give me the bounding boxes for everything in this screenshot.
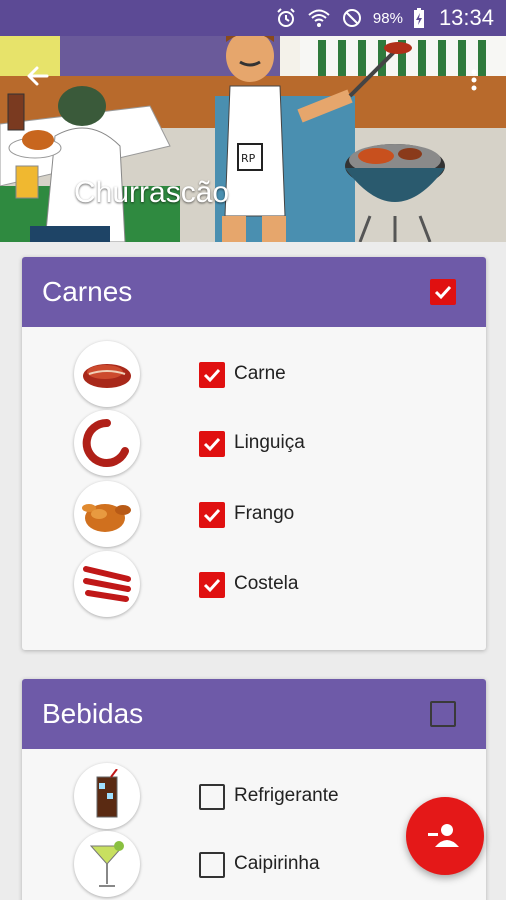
item-label: Caipirinha <box>234 853 320 874</box>
status-bar: 98% 13:34 <box>0 0 506 36</box>
card-header: Bebidas <box>22 679 486 749</box>
ribs-icon <box>74 551 140 617</box>
card-title: Bebidas <box>42 698 144 729</box>
cocktail-glass-icon <box>74 831 140 897</box>
chicken-icon <box>74 481 140 547</box>
item-label: Costela <box>234 573 299 594</box>
check-icon <box>203 437 221 452</box>
card-header: Carnes <box>22 257 486 327</box>
page-title: Churrascão <box>74 176 230 209</box>
soda-glass-icon <box>74 763 140 829</box>
list-item: Frango <box>22 481 486 549</box>
list-item: Linguiça <box>22 410 486 478</box>
category-card-bebidas: Bebidas Refrigerante Caipirinha <box>22 679 486 900</box>
list-item: Carne <box>22 341 486 409</box>
alarm-icon <box>277 8 295 27</box>
item-checkbox[interactable] <box>199 784 225 810</box>
steak-icon <box>74 341 140 407</box>
check-icon <box>203 508 221 523</box>
select-all-checkbox[interactable] <box>430 701 456 727</box>
overflow-menu-button[interactable] <box>462 66 486 94</box>
svg-text:RP: RP <box>241 152 256 165</box>
do-not-disturb-icon <box>342 9 361 27</box>
select-all-checkbox[interactable] <box>430 279 456 305</box>
clock: 13:34 <box>438 5 494 30</box>
remove-participant-fab[interactable] <box>406 797 484 875</box>
list-item: Costela <box>22 551 486 619</box>
category-card-carnes: Carnes Carne Linguiça Frango Costela <box>22 257 486 650</box>
arrow-left-icon <box>27 66 49 86</box>
item-label: Linguiça <box>234 432 305 453</box>
item-label: Frango <box>234 503 295 524</box>
battery-percent: 98% <box>372 9 403 27</box>
item-checkbox[interactable] <box>199 572 225 598</box>
card-title: Carnes <box>42 276 133 307</box>
check-icon <box>203 578 221 593</box>
wifi-icon <box>308 9 330 27</box>
person-remove-icon <box>428 824 459 847</box>
battery-charging-icon <box>413 8 424 28</box>
check-icon <box>434 285 452 300</box>
back-button[interactable] <box>20 58 56 94</box>
item-checkbox[interactable] <box>199 852 225 878</box>
barbecue-illustration: RP <box>0 36 506 242</box>
item-checkbox[interactable] <box>199 362 225 388</box>
item-label: Refrigerante <box>234 785 339 806</box>
item-label: Carne <box>234 363 286 384</box>
item-checkbox[interactable] <box>199 502 225 528</box>
sausage-icon <box>74 410 140 476</box>
more-vert-icon <box>471 69 477 91</box>
header-banner: RP Churrascão <box>0 36 506 242</box>
check-icon <box>203 368 221 383</box>
item-checkbox[interactable] <box>199 431 225 457</box>
